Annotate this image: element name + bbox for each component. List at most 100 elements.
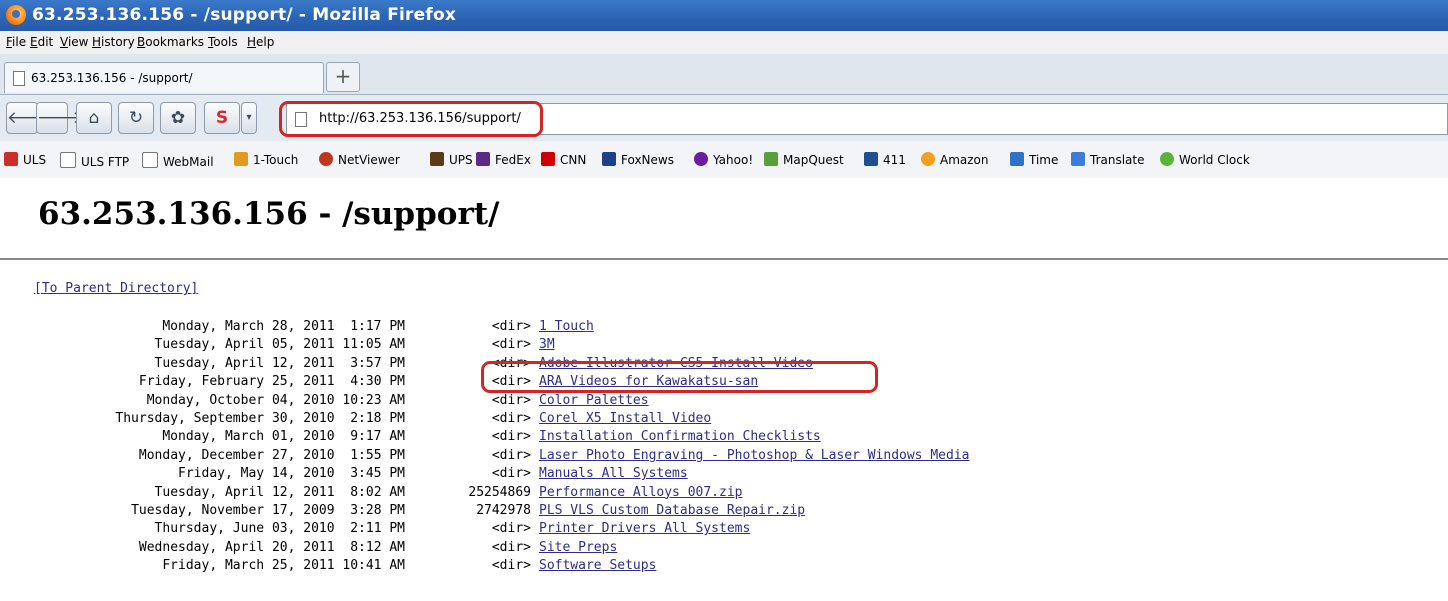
bookmark-fedex[interactable]: FedEx xyxy=(476,152,531,167)
listing-row: Monday, December 27, 2010 1:55 PM <dir> La… xyxy=(0,448,1100,466)
time-icon xyxy=(1010,152,1024,166)
home-button[interactable]: ⌂ xyxy=(76,102,112,134)
bookmark-411[interactable]: 411 xyxy=(864,152,906,167)
menu-edit[interactable]: Edit xyxy=(30,35,53,49)
uls-icon xyxy=(4,152,18,166)
listing-row: Tuesday, April 05, 2011 11:05 AM <dir> 3M xyxy=(0,337,1100,355)
fedex-icon xyxy=(476,152,490,166)
bookmark-cnn[interactable]: CNN xyxy=(541,152,586,167)
bookmark-amazon[interactable]: Amazon xyxy=(921,152,989,167)
bookmark-netviewer[interactable]: NetViewer xyxy=(319,152,400,167)
listing-row: Wednesday, April 20, 2011 8:12 AM <dir> Si… xyxy=(0,540,1100,558)
entry-date: Friday, February 25, 2011 4:30 PM xyxy=(138,374,405,390)
entry-link[interactable]: Color Palettes xyxy=(539,393,649,408)
addon-button[interactable]: ✿ xyxy=(160,102,196,134)
entry-size: 25254869 xyxy=(468,484,531,500)
new-tab-button[interactable]: + xyxy=(326,62,360,92)
firefox-logo-icon xyxy=(6,5,26,25)
entry-link[interactable]: Corel X5 Install Video xyxy=(539,411,711,426)
document-icon xyxy=(60,152,76,168)
bookmark-uls-ftp[interactable]: ULS FTP xyxy=(60,152,129,169)
bookmark-foxnews[interactable]: FoxNews xyxy=(602,152,674,167)
home-icon: ⌂ xyxy=(88,108,100,128)
amazon-icon xyxy=(921,152,935,166)
entry-link[interactable]: Manuals All Systems xyxy=(539,466,688,481)
stumble-button[interactable]: S xyxy=(204,102,240,134)
chevron-down-icon: ▾ xyxy=(246,112,252,123)
reload-icon: ↻ xyxy=(128,108,144,128)
addon-icon: ✿ xyxy=(170,108,186,128)
entry-size: <dir> xyxy=(491,429,531,445)
bookmark-uls[interactable]: ULS xyxy=(4,152,46,167)
entry-link[interactable]: Laser Photo Engraving - Photoshop & Lase… xyxy=(539,448,969,463)
entry-link[interactable]: Performance Alloys 007.zip xyxy=(539,485,743,500)
ups-icon xyxy=(430,152,444,166)
listing-row: Tuesday, November 17, 2009 3:28 PM 274297… xyxy=(0,503,1100,521)
back-button[interactable]: 🡐 xyxy=(6,102,53,134)
entry-link[interactable]: 1 Touch xyxy=(539,319,594,334)
bookmark-webmail[interactable]: WebMail xyxy=(142,152,214,169)
horizontal-rule xyxy=(0,258,1448,260)
page-heading: 63.253.136.156 - /support/ xyxy=(38,196,500,232)
parent-directory-link[interactable]: [To Parent Directory] xyxy=(34,281,198,296)
menu-help[interactable]: Help xyxy=(247,35,274,49)
tab-support[interactable]: 63.253.136.156 - /support/ xyxy=(4,62,324,93)
entry-link[interactable]: Installation Confirmation Checklists xyxy=(539,429,821,444)
forward-button[interactable]: 🡒 xyxy=(36,102,83,134)
entry-link[interactable]: 3M xyxy=(539,337,555,352)
entry-size: 2742978 xyxy=(476,503,531,518)
menu-bookmarks[interactable]: Bookmarks xyxy=(137,35,204,49)
listing-row: Monday, March 28, 2011 1:17 PM <dir> 1 Tou… xyxy=(0,319,1100,337)
entry-link[interactable]: Printer Drivers All Systems xyxy=(539,521,750,536)
entry-date: Monday, March 01, 2010 9:17 AM xyxy=(162,429,405,445)
entry-size: <dir> xyxy=(491,411,531,426)
menu-file[interactable]: File xyxy=(6,35,26,49)
entry-size: <dir> xyxy=(491,392,531,408)
window-titlebar: 63.253.136.156 - /support/ - Mozilla Fir… xyxy=(0,0,1448,31)
entry-size: <dir> xyxy=(491,521,531,537)
menu-history[interactable]: History xyxy=(92,35,135,49)
entry-date: Monday, March 28, 2011 1:17 PM xyxy=(162,319,405,334)
bookmark-1-touch[interactable]: 1-Touch xyxy=(234,152,298,167)
entry-size: <dir> xyxy=(491,558,531,574)
entry-date: Thursday, June 03, 2010 2:11 PM xyxy=(154,521,405,537)
bookmark-mapquest[interactable]: MapQuest xyxy=(764,152,844,167)
listing-row: Tuesday, April 12, 2011 8:02 AM 25254869 P… xyxy=(0,485,1100,503)
translate-icon xyxy=(1071,152,1085,166)
listing-row: Thursday, September 30, 2010 2:18 PM <dir… xyxy=(0,411,1100,429)
entry-date: Tuesday, April 05, 2011 11:05 AM xyxy=(154,337,405,353)
entry-date: Thursday, September 30, 2010 2:18 PM xyxy=(115,411,405,426)
foxnews-icon xyxy=(602,152,616,166)
menu-view[interactable]: View xyxy=(60,35,88,49)
entry-size: <dir> xyxy=(491,319,531,334)
menu-tools[interactable]: Tools xyxy=(208,35,238,49)
yahoo-icon xyxy=(694,152,708,166)
bookmark-translate[interactable]: Translate xyxy=(1071,152,1145,167)
menu-bar: File Edit View History Bookmarks Tools H… xyxy=(0,31,1448,54)
reload-button[interactable]: ↻ xyxy=(118,102,154,134)
entry-date: Monday, December 27, 2010 1:55 PM xyxy=(138,447,405,463)
mapquest-icon xyxy=(764,152,778,166)
entry-link[interactable]: Software Setups xyxy=(539,558,656,573)
navigation-toolbar: 🡐 🡒 ⌂ ↻ ✿ S ▾ http://63.253.136.156/supp… xyxy=(0,95,1448,142)
entry-link[interactable]: Site Preps xyxy=(539,540,617,555)
stumble-icon: S xyxy=(215,108,229,128)
netviewer-icon xyxy=(319,152,333,166)
dropdown-button[interactable]: ▾ xyxy=(241,102,257,134)
entry-link[interactable]: PLS VLS Custom Database Repair.zip xyxy=(539,503,805,518)
one-touch-icon xyxy=(234,152,248,166)
world-clock-icon xyxy=(1160,152,1174,166)
window-title: 63.253.136.156 - /support/ - Mozilla Fir… xyxy=(32,5,456,25)
url-highlight-annotation xyxy=(279,101,543,137)
entry-size: <dir> xyxy=(491,447,531,463)
listing-row: Monday, October 04, 2010 10:23 AM <dir> Co… xyxy=(0,393,1100,411)
tab-strip: 63.253.136.156 - /support/ + xyxy=(0,54,1448,95)
bookmark-ups[interactable]: UPS xyxy=(430,152,473,167)
bookmark-world-clock[interactable]: World Clock xyxy=(1160,152,1250,167)
bookmark-yahoo[interactable]: Yahoo! xyxy=(694,152,753,167)
411-icon xyxy=(864,152,878,166)
bookmark-time[interactable]: Time xyxy=(1010,152,1058,167)
listing-row: Friday, May 14, 2010 3:45 PM <dir> Manuals… xyxy=(0,466,1100,484)
entry-date: Friday, May 14, 2010 3:45 PM xyxy=(178,466,405,482)
entry-date: Tuesday, April 12, 2011 8:02 AM xyxy=(154,484,405,500)
